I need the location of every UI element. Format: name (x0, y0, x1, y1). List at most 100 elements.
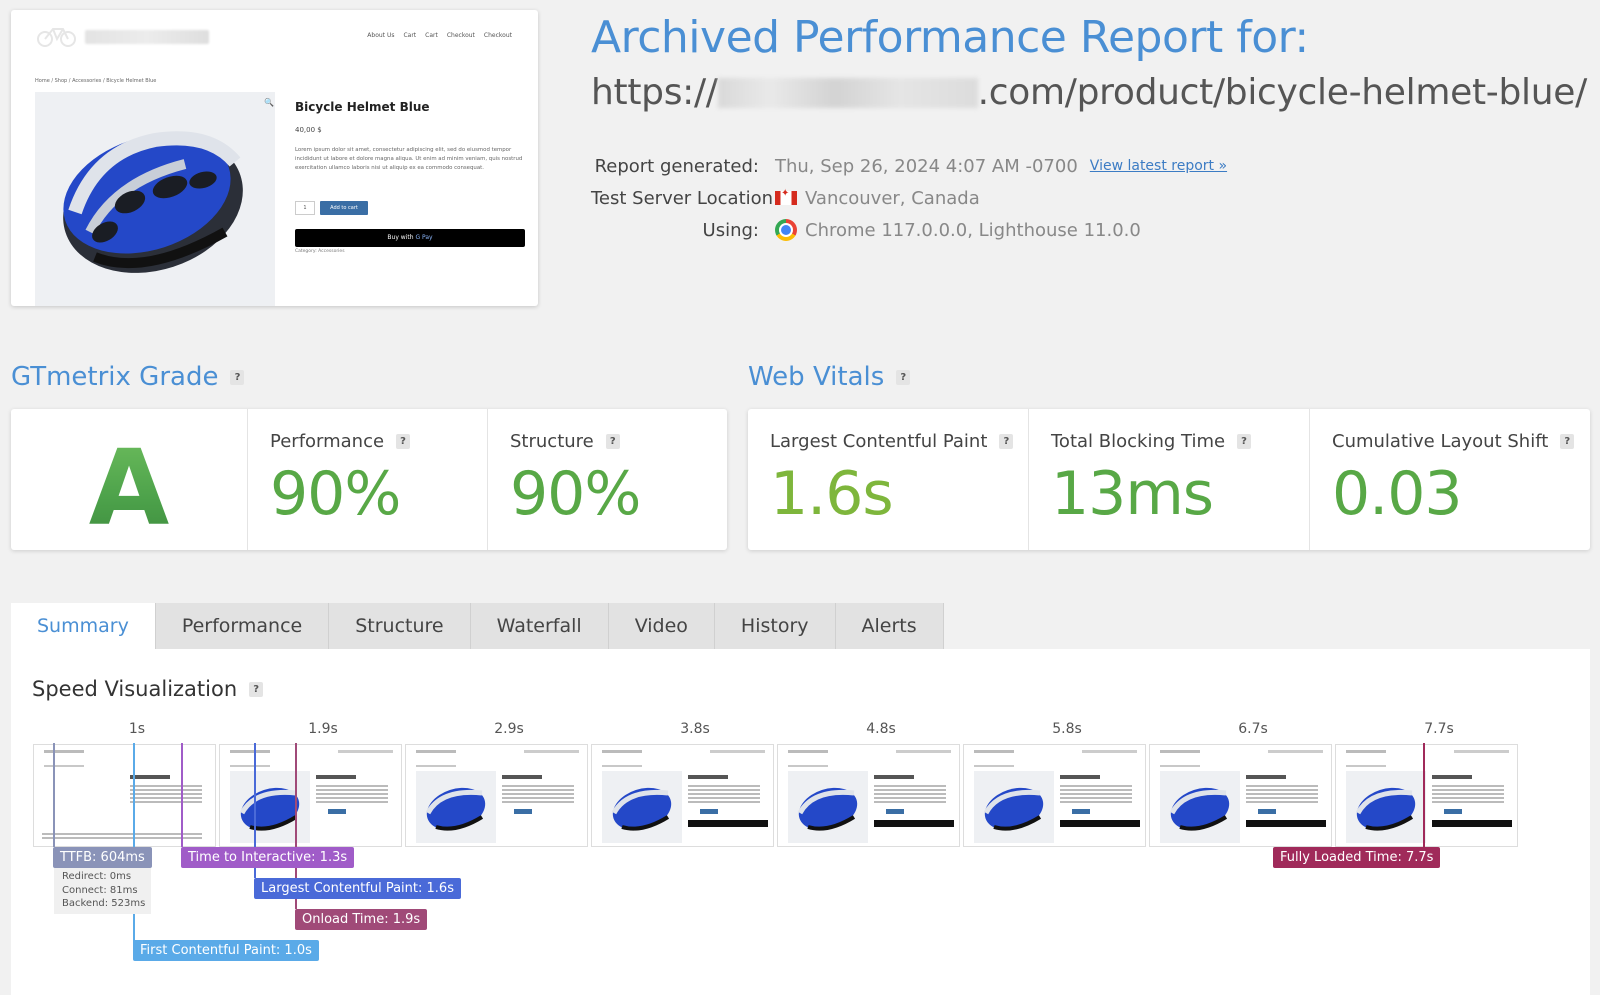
preview-category: Category: Accessories (295, 249, 345, 254)
grade-cell: A (11, 409, 248, 550)
frame-button (1072, 809, 1090, 814)
speed-visualization-title: Speed Visualization (32, 677, 238, 701)
frame-breadcrumb (44, 765, 84, 767)
filmstrip-frame[interactable] (33, 744, 216, 847)
gtmetrix-grade-heading: GTmetrix Grade ? (11, 362, 245, 392)
blurred-brand-name (85, 30, 209, 44)
performance-label-text: Performance (270, 431, 385, 452)
frame-text (502, 785, 574, 805)
help-icon[interactable]: ? (249, 681, 264, 697)
help-icon[interactable]: ? (999, 434, 1014, 449)
preview-price: 40,00 $ (295, 126, 322, 134)
location-text: Vancouver, Canada (805, 187, 980, 209)
frame-button (1258, 809, 1276, 814)
ttfb-connect: Connect: 81ms (62, 884, 138, 896)
help-icon[interactable]: ? (396, 434, 411, 449)
preview-buy-with-gpay: Buy with G Pay (295, 229, 525, 247)
view-latest-report-link[interactable]: View latest report » (1090, 158, 1227, 174)
ttfb-redirect: Redirect: 0ms (62, 871, 132, 882)
tab-waterfall[interactable]: Waterfall (470, 603, 609, 649)
frame-helmet-image (416, 771, 496, 843)
frame-text (42, 833, 202, 841)
filmstrip-frame[interactable] (963, 744, 1146, 847)
report-generated-value: Thu, Sep 26, 2024 4:07 AM -0700 View lat… (775, 156, 1227, 177)
frame-nav (44, 750, 84, 753)
frame-time-label: 7.7s (1424, 721, 1454, 737)
lcp-label: Largest Contentful Paint ? (770, 431, 1014, 452)
tti-label[interactable]: Time to Interactive: 1.3s (181, 847, 355, 868)
using-value: Chrome 117.0.0.0, Lighthouse 11.0.0 (775, 219, 1141, 241)
lcp-timing-label[interactable]: Largest Contentful Paint: 1.6s (254, 878, 461, 899)
web-vitals-panel: Largest Contentful Paint ? 1.6s Total Bl… (748, 409, 1590, 550)
preview-nav-item: About Us (367, 32, 395, 39)
frame-title (1432, 775, 1472, 779)
tab-alerts[interactable]: Alerts (835, 603, 944, 649)
help-icon[interactable]: ? (230, 369, 245, 385)
tab-summary[interactable]: Summary (11, 603, 156, 649)
fully-loaded-marker-line (1423, 743, 1425, 847)
meta-row-generated: Report generated: Thu, Sep 26, 2024 4:07… (591, 150, 1228, 182)
frame-helmet-image (974, 771, 1054, 843)
filmstrip-frame[interactable] (1149, 744, 1332, 847)
structure-score: 90% (510, 459, 641, 529)
gtmetrix-grade-title: GTmetrix Grade (11, 362, 219, 392)
filmstrip-frame[interactable] (1335, 744, 1518, 847)
filmstrip-frame[interactable] (591, 744, 774, 847)
frame-button (1444, 809, 1462, 814)
preview-nav-item: Checkout (446, 32, 475, 39)
preview-nav-item: Cart (425, 32, 438, 39)
filmstrip-frame[interactable] (405, 744, 588, 847)
web-vitals-title: Web Vitals (748, 362, 885, 392)
help-icon[interactable]: ? (1237, 434, 1252, 449)
frame-helmet-image (602, 771, 682, 843)
helmet-icon (63, 131, 243, 273)
frame-nav (974, 750, 1014, 753)
tab-performance[interactable]: Performance (155, 603, 330, 649)
frame-breadcrumb (1346, 765, 1386, 767)
help-icon[interactable]: ? (1560, 434, 1575, 449)
fully-loaded-label[interactable]: Fully Loaded Time: 7.7s (1273, 847, 1441, 868)
test-server-location-label: Test Server Location: (591, 187, 780, 209)
help-icon[interactable]: ? (896, 369, 911, 385)
url-prefix: https:// (591, 72, 718, 113)
preview-nav: About Us Cart Cart Checkout Checkout (367, 32, 512, 39)
ttfb-label[interactable]: TTFB: 604ms (53, 847, 152, 868)
frame-buy-button (1246, 820, 1326, 827)
report-tabs: Summary Performance Structure Waterfall … (11, 603, 944, 649)
frame-helmet-image (230, 771, 310, 843)
performance-score: 90% (270, 459, 401, 529)
filmstrip-frame[interactable] (777, 744, 960, 847)
meta-row-location: Test Server Location: Vancouver, Canada (591, 182, 1227, 214)
frame-time-label: 1s (128, 721, 146, 737)
filmstrip-frame[interactable] (219, 744, 402, 847)
frame-nav (1346, 750, 1386, 753)
frame-helmet-image (1346, 771, 1426, 843)
ttfb-marker-line (53, 743, 55, 847)
frame-title (130, 775, 170, 779)
fcp-label[interactable]: First Contentful Paint: 1.0s (133, 940, 319, 961)
frame-button (328, 809, 346, 814)
test-server-location-value: Vancouver, Canada (775, 188, 980, 209)
frame-time-label: 5.8s (1052, 721, 1082, 737)
frame-buy-button (1060, 820, 1140, 827)
tab-history[interactable]: History (714, 603, 836, 649)
frame-title (502, 775, 542, 779)
onload-label[interactable]: Onload Time: 1.9s (295, 909, 428, 930)
structure-label-text: Structure (510, 431, 594, 452)
frame-breadcrumb (788, 765, 828, 767)
preview-add-to-cart: Add to cart (320, 201, 368, 215)
frame-time-label: 3.8s (680, 721, 710, 737)
help-icon[interactable]: ? (605, 434, 620, 449)
report-generated-date: Thu, Sep 26, 2024 4:07 AM -0700 (775, 155, 1078, 177)
ttfb-backend: Backend: 523ms (62, 898, 146, 909)
cls-label-text: Cumulative Layout Shift (1332, 431, 1549, 452)
frame-breadcrumb (602, 765, 642, 767)
chrome-icon (775, 219, 797, 241)
cls-value: 0.03 (1332, 459, 1463, 529)
report-meta: Report generated: Thu, Sep 26, 2024 4:07… (591, 150, 1227, 246)
tab-structure[interactable]: Structure (329, 603, 471, 649)
tab-video[interactable]: Video (608, 603, 715, 649)
frame-text (1060, 785, 1132, 805)
frame-nav (710, 750, 765, 753)
tbt-label-text: Total Blocking Time (1051, 431, 1226, 452)
